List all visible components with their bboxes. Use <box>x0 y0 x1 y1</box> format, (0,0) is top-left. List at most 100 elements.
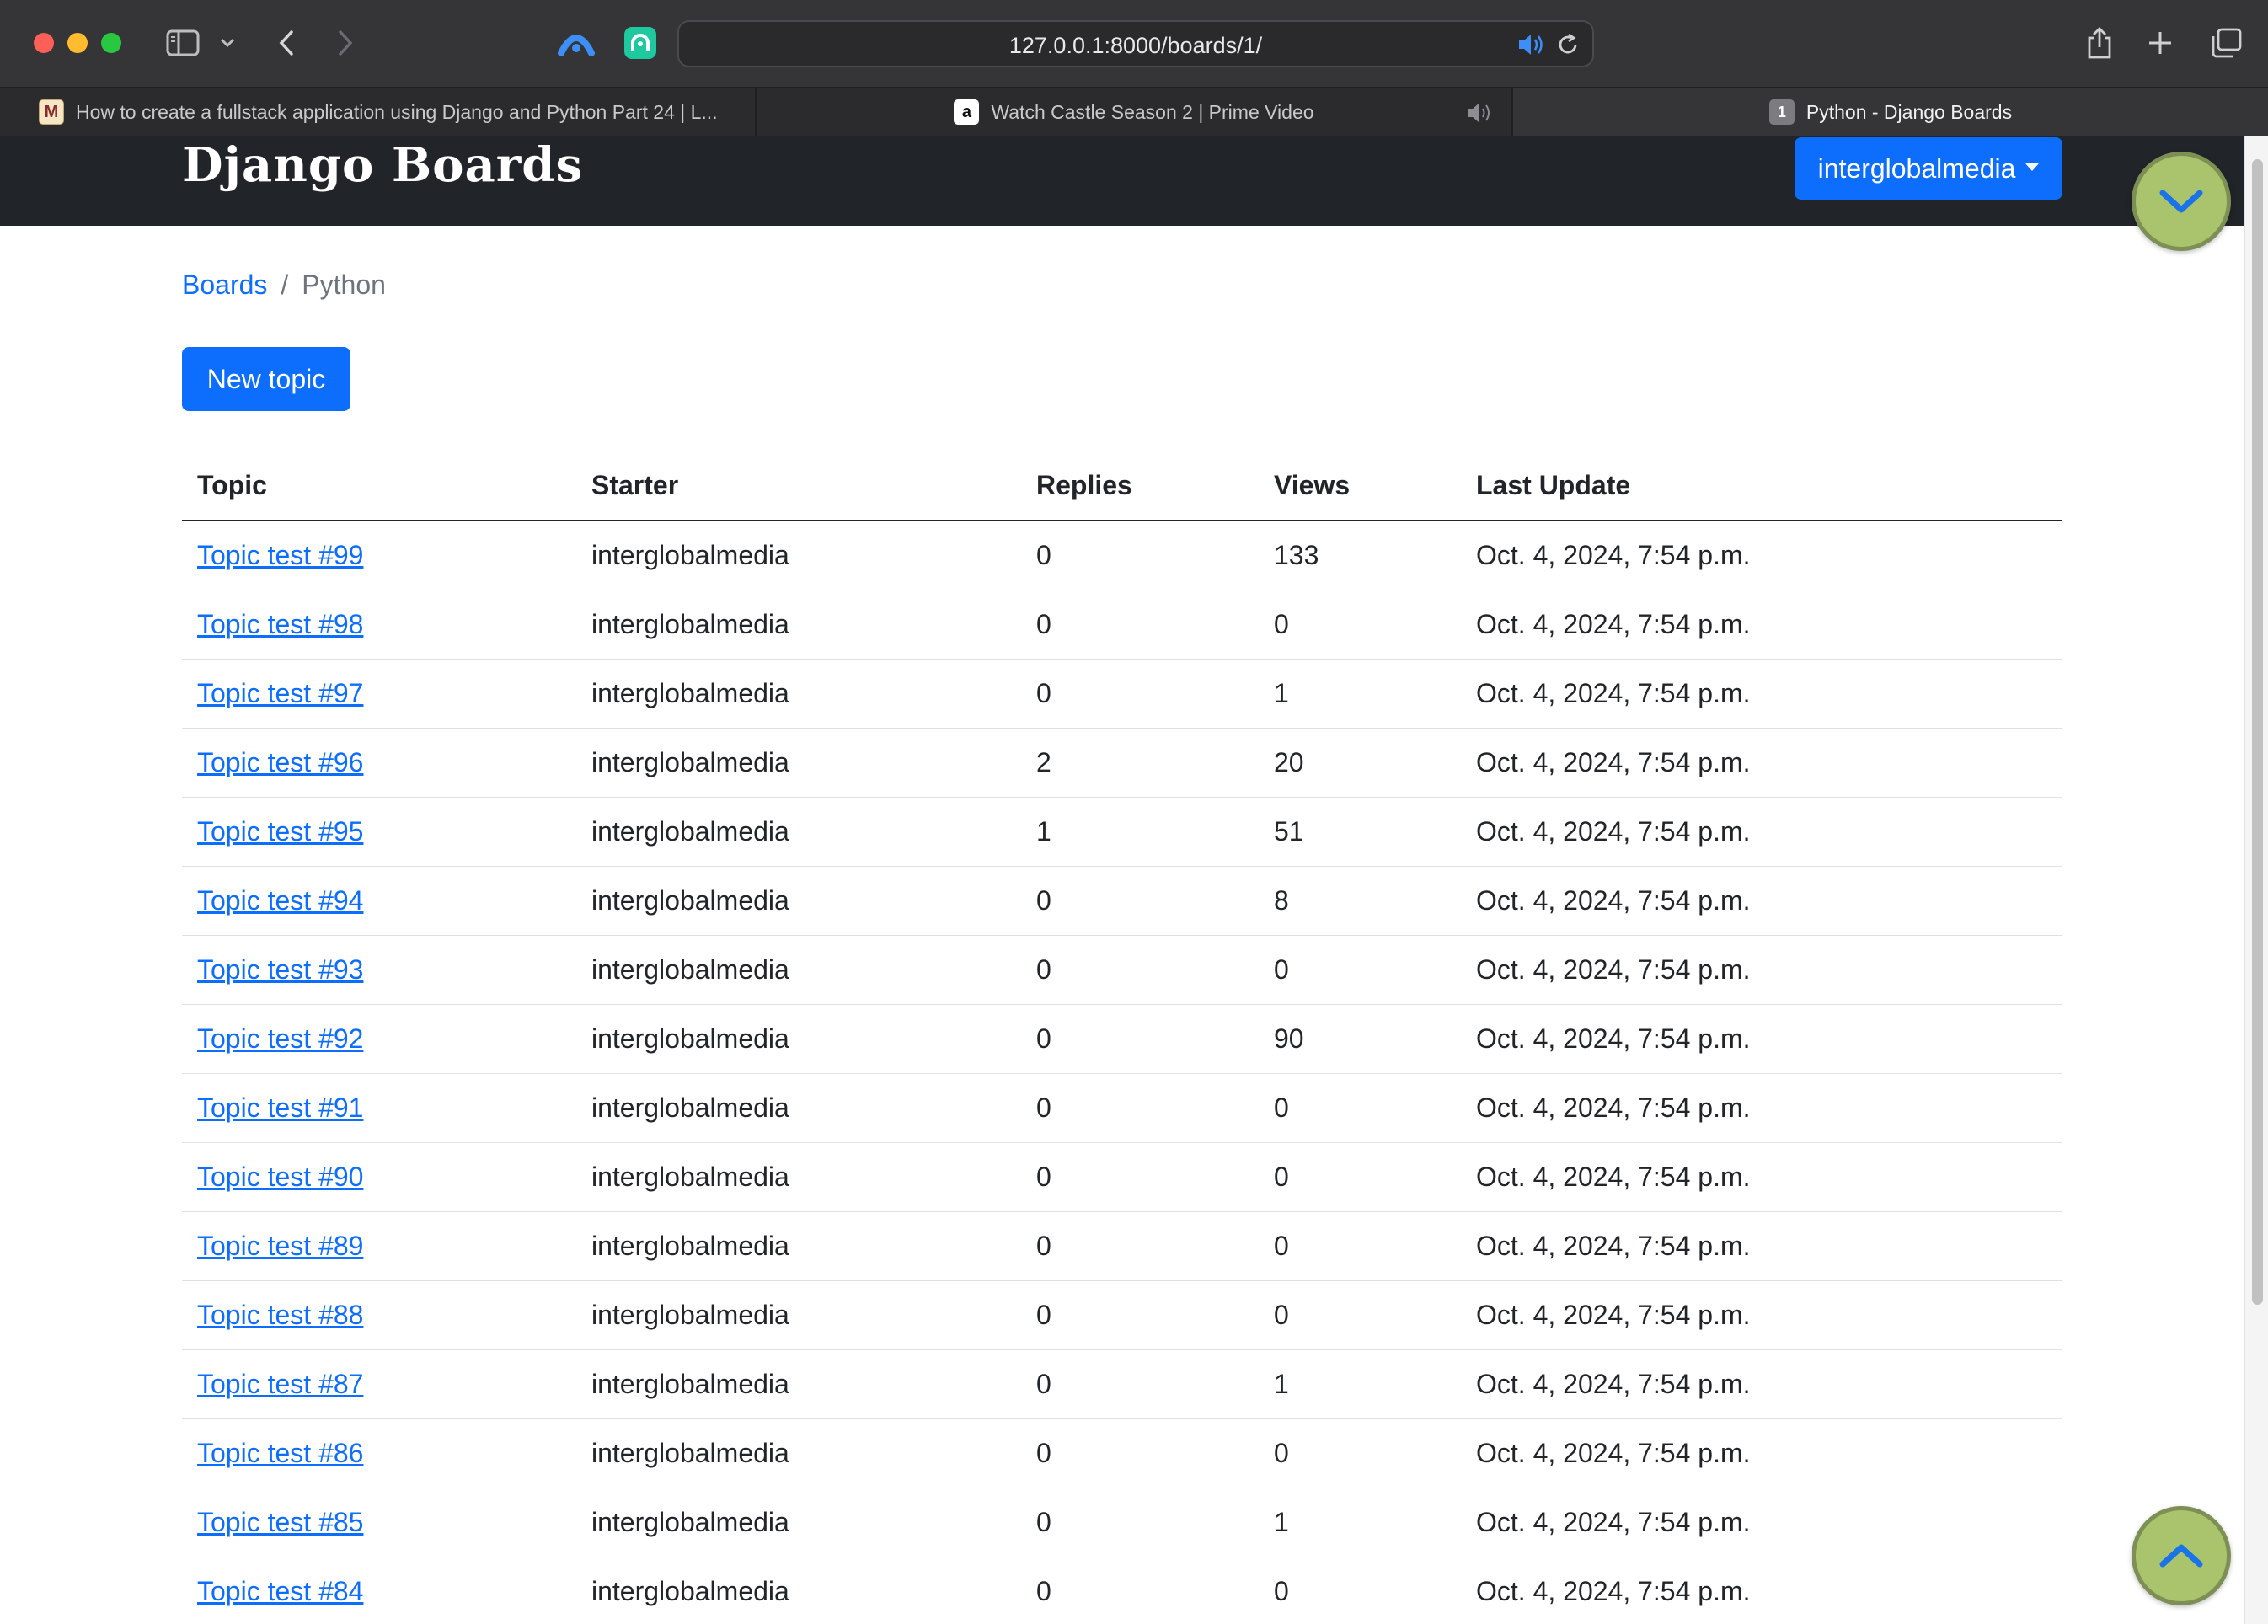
topic-link[interactable]: Topic test #84 <box>197 1576 363 1606</box>
table-cell: 51 <box>1259 797 1461 867</box>
topic-link[interactable]: Topic test #89 <box>197 1231 363 1261</box>
audio-icon[interactable] <box>1516 32 1545 57</box>
topic-views: 1 <box>1274 677 1289 708</box>
table-cell: Oct. 4, 2024, 7:54 p.m. <box>1461 797 2062 867</box>
address-bar[interactable]: 127.0.0.1:8000/boards/1/ <box>677 20 1594 67</box>
scroll-up-button[interactable] <box>2132 1506 2231 1605</box>
topic-replies: 0 <box>1036 608 1051 639</box>
page-scrollbar[interactable] <box>2244 136 2268 1624</box>
topic-link[interactable]: Topic test #97 <box>197 678 363 708</box>
chevron-down-icon[interactable] <box>216 24 239 62</box>
table-cell: 0 <box>1021 1349 1259 1419</box>
site-navbar: Django Boards interglobalmedia <box>0 136 2244 226</box>
table-row: Topic test #88 interglobalmedia 0 0 Oct. 4, … <box>182 1280 2062 1350</box>
user-dropdown-button[interactable]: interglobalmedia <box>1795 137 2062 200</box>
table-row: Topic test #98 interglobalmedia 0 0 Oct. 4, … <box>182 590 2062 660</box>
plus-icon[interactable] <box>2143 24 2177 62</box>
mute-icon[interactable] <box>1466 101 1493 125</box>
table-cell: Oct. 4, 2024, 7:54 p.m. <box>1461 1073 2062 1143</box>
topic-link[interactable]: Topic test #92 <box>197 1023 363 1054</box>
topic-link[interactable]: Topic test #85 <box>197 1507 363 1537</box>
topic-starter: interglobalmedia <box>591 1437 789 1468</box>
table-cell: Topic test #94 <box>182 866 576 936</box>
topic-replies: 0 <box>1036 1161 1051 1192</box>
forward-icon[interactable] <box>330 24 361 62</box>
table-row: Topic test #95 interglobalmedia 1 51 Oct. 4,… <box>182 797 2062 867</box>
reload-icon[interactable] <box>1555 32 1581 57</box>
table-cell: interglobalmedia <box>576 1488 1021 1557</box>
table-cell: Oct. 4, 2024, 7:54 p.m. <box>1461 1418 2062 1488</box>
topic-views: 1 <box>1274 1506 1289 1537</box>
table-row: Topic test #84 interglobalmedia 0 0 Oct. 4, … <box>182 1557 2062 1624</box>
topic-link[interactable]: Topic test #87 <box>197 1369 363 1399</box>
table-cell: 0 <box>1021 1142 1259 1212</box>
topic-link[interactable]: Topic test #94 <box>197 885 363 916</box>
new-topic-button[interactable]: New topic <box>182 347 350 411</box>
table-cell: 133 <box>1259 521 1461 590</box>
topic-link[interactable]: Topic test #93 <box>197 954 363 985</box>
breadcrumb-boards-link[interactable]: Boards <box>182 270 267 301</box>
table-cell: Topic test #87 <box>182 1349 576 1419</box>
table-cell: 1 <box>1259 1488 1461 1557</box>
topic-starter: interglobalmedia <box>591 746 789 777</box>
topic-link[interactable]: Topic test #88 <box>197 1300 363 1330</box>
url-text[interactable]: 127.0.0.1:8000/boards/1/ <box>679 33 1592 59</box>
scroll-down-button[interactable] <box>2132 152 2231 251</box>
topic-link[interactable]: Topic test #99 <box>197 540 363 570</box>
table-cell: interglobalmedia <box>576 590 1021 660</box>
topic-last-update: Oct. 4, 2024, 7:54 p.m. <box>1476 1299 1751 1330</box>
topic-link[interactable]: Topic test #90 <box>197 1162 363 1192</box>
topic-link[interactable]: Topic test #91 <box>197 1092 363 1123</box>
topic-last-update: Oct. 4, 2024, 7:54 p.m. <box>1476 677 1751 708</box>
extension-icon[interactable] <box>556 24 596 62</box>
browser-tab[interactable]: a Watch Castle Season 2 | Prime Video <box>757 88 1513 136</box>
table-cell: Topic test #98 <box>182 590 576 660</box>
table-cell: interglobalmedia <box>576 1142 1021 1212</box>
table-cell: Oct. 4, 2024, 7:54 p.m. <box>1461 590 2062 660</box>
table-cell: Topic test #84 <box>182 1557 576 1624</box>
topic-last-update: Oct. 4, 2024, 7:54 p.m. <box>1476 539 1751 570</box>
topic-last-update: Oct. 4, 2024, 7:54 p.m. <box>1476 1575 1751 1606</box>
topic-starter: interglobalmedia <box>591 1161 789 1192</box>
table-row: Topic test #93 interglobalmedia 0 0 Oct. 4, … <box>182 935 2062 1005</box>
topic-replies: 0 <box>1036 884 1051 916</box>
topic-replies: 0 <box>1036 1506 1051 1537</box>
table-row: Topic test #97 interglobalmedia 0 1 Oct. 4, … <box>182 659 2062 729</box>
table-row: Topic test #99 interglobalmedia 0 133 Oct. 4… <box>182 521 2062 590</box>
topic-views: 0 <box>1274 608 1289 639</box>
topic-link[interactable]: Topic test #98 <box>197 609 363 639</box>
table-cell: Topic test #86 <box>182 1418 576 1488</box>
table-cell: Oct. 4, 2024, 7:54 p.m. <box>1461 866 2062 936</box>
tabs-overview-icon[interactable] <box>2207 24 2244 62</box>
breadcrumb: Boards / Python <box>182 270 386 301</box>
topic-link[interactable]: Topic test #95 <box>197 816 363 847</box>
back-icon[interactable] <box>271 24 302 62</box>
browser-tab-active[interactable]: 1 Python - Django Boards <box>1513 88 2268 136</box>
site-brand[interactable]: Django Boards <box>182 137 583 193</box>
topic-link[interactable]: Topic test #96 <box>197 747 363 777</box>
scrollbar-thumb[interactable] <box>2252 159 2263 1305</box>
table-cell: interglobalmedia <box>576 935 1021 1005</box>
table-row: Topic test #89 interglobalmedia 0 0 Oct. 4, … <box>182 1211 2062 1281</box>
header-views: Views <box>1259 451 1461 521</box>
topic-last-update: Oct. 4, 2024, 7:54 p.m. <box>1476 1023 1751 1054</box>
table-cell: interglobalmedia <box>576 1418 1021 1488</box>
topic-views: 90 <box>1274 1023 1304 1054</box>
tab-favicon: 1 <box>1768 99 1795 125</box>
sidebar-icon[interactable] <box>165 24 201 62</box>
close-window-button[interactable] <box>34 33 54 53</box>
table-cell: 0 <box>1259 1073 1461 1143</box>
extension-icon[interactable] <box>620 24 661 62</box>
table-cell: 0 <box>1021 1557 1259 1624</box>
table-cell: Topic test #95 <box>182 797 576 867</box>
share-icon[interactable] <box>2083 24 2116 62</box>
table-cell: Topic test #96 <box>182 728 576 798</box>
minimize-window-button[interactable] <box>67 33 88 53</box>
browser-tab[interactable]: M How to create a fullstack application … <box>0 88 757 136</box>
zoom-window-button[interactable] <box>101 33 121 53</box>
topic-link[interactable]: Topic test #86 <box>197 1438 363 1468</box>
table-cell: interglobalmedia <box>576 1280 1021 1350</box>
topic-replies: 0 <box>1036 539 1051 570</box>
topic-last-update: Oct. 4, 2024, 7:54 p.m. <box>1476 1437 1751 1468</box>
topic-replies: 0 <box>1036 1092 1051 1123</box>
